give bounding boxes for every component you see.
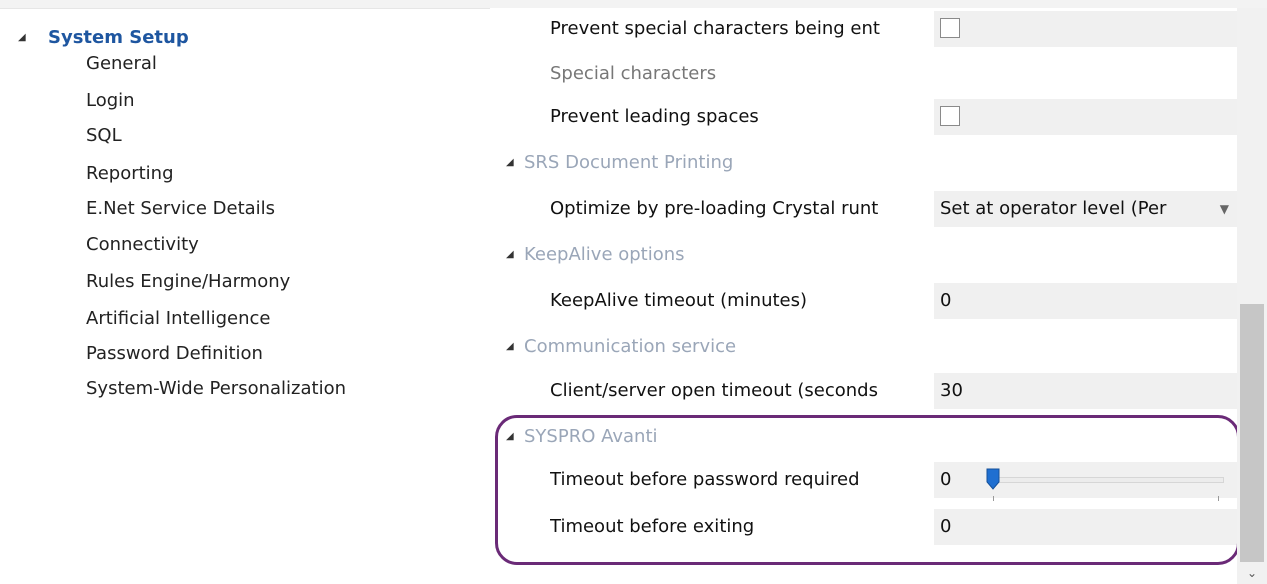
timeout-slider-track[interactable] — [996, 477, 1224, 483]
tree-item-rules-engine[interactable]: Rules Engine/Harmony — [86, 271, 290, 292]
vertical-scrollbar[interactable]: ⌄ — [1237, 8, 1267, 584]
property-row-optimize-crystal: Optimize by pre-loading Crystal runt Set… — [490, 188, 1237, 230]
property-row-client-server-timeout: Client/server open timeout (seconds 30 — [490, 370, 1237, 412]
tree-item-artificial-intelligence[interactable]: Artificial Intelligence — [86, 308, 271, 329]
category-keepalive-options[interactable]: ◢ KeepAlive options — [490, 235, 1237, 275]
property-label: Timeout before exiting — [550, 516, 755, 537]
property-row-special-characters: Special characters — [490, 53, 1237, 95]
optimize-dropdown[interactable]: Set at operator level (Per ▼ — [934, 191, 1237, 227]
client-server-timeout-field[interactable]: 30 — [934, 373, 1237, 409]
category-label: SYSPRO Avanti — [524, 426, 658, 447]
tree-item-password-definition[interactable]: Password Definition — [86, 343, 263, 364]
category-label: Communication service — [524, 336, 737, 357]
prevent-leading-checkbox[interactable] — [940, 106, 960, 126]
dropdown-value: Set at operator level (Per — [940, 198, 1167, 219]
property-value — [934, 99, 1237, 135]
tree-item-connectivity[interactable]: Connectivity — [86, 234, 199, 255]
property-label: Prevent special characters being ent — [550, 18, 880, 39]
property-row-keepalive-timeout: KeepAlive timeout (minutes) 0 — [490, 280, 1237, 322]
scrollbar-thumb[interactable] — [1240, 304, 1264, 562]
navigation-tree: ◢ System Setup General Login SQL Reporti… — [0, 8, 490, 584]
category-communication-service[interactable]: ◢ Communication service — [490, 327, 1237, 367]
expand-triangle-icon[interactable]: ◢ — [18, 32, 32, 43]
tree-item-system-wide-personalization[interactable]: System-Wide Personalization — [86, 378, 346, 399]
property-row-timeout-password: Timeout before password required 0 — [490, 459, 1237, 501]
category-label: SRS Document Printing — [524, 152, 734, 173]
field-value: 0 — [940, 469, 952, 490]
prevent-special-checkbox[interactable] — [940, 18, 960, 38]
field-value: 0 — [940, 290, 952, 311]
collapse-triangle-icon[interactable]: ◢ — [506, 235, 514, 275]
chevron-down-icon[interactable]: ▼ — [1220, 191, 1229, 227]
field-value: 0 — [940, 516, 952, 537]
property-row-prevent-special: Prevent special characters being ent — [490, 8, 1237, 50]
timeout-password-field[interactable]: 0 — [934, 462, 1237, 501]
collapse-triangle-icon[interactable]: ◢ — [506, 143, 514, 183]
tree-item-login[interactable]: Login — [86, 90, 135, 111]
tree-root-system-setup[interactable]: ◢ System Setup — [18, 27, 189, 48]
collapse-triangle-icon[interactable]: ◢ — [506, 327, 514, 367]
keepalive-timeout-field[interactable]: 0 — [934, 283, 1237, 319]
property-label: Prevent leading spaces — [550, 106, 759, 127]
property-label: KeepAlive timeout (minutes) — [550, 290, 808, 311]
property-row-prevent-leading: Prevent leading spaces — [490, 96, 1237, 138]
property-grid: Prevent special characters being ent Spe… — [490, 8, 1237, 584]
property-label: Optimize by pre-loading Crystal runt — [550, 198, 879, 219]
tree-item-sql[interactable]: SQL — [86, 125, 122, 146]
property-label: Timeout before password required — [550, 469, 860, 490]
slider-tick — [1218, 496, 1219, 501]
field-value: 30 — [940, 380, 963, 401]
property-label: Special characters — [550, 63, 717, 84]
collapse-triangle-icon[interactable]: ◢ — [506, 417, 514, 457]
property-label: Client/server open timeout (seconds — [550, 380, 878, 401]
tree-item-general[interactable]: General — [86, 53, 157, 74]
slider-thumb[interactable] — [986, 468, 1000, 490]
category-srs-document-printing[interactable]: ◢ SRS Document Printing — [490, 143, 1237, 183]
timeout-exit-field[interactable]: 0 — [934, 509, 1237, 545]
slider-tick — [993, 496, 994, 501]
chevron-down-icon[interactable]: ⌄ — [1237, 562, 1267, 584]
property-value — [934, 11, 1237, 47]
tree-item-enet-service-details[interactable]: E.Net Service Details — [86, 198, 275, 219]
category-label: KeepAlive options — [524, 244, 685, 265]
category-syspro-avanti[interactable]: ◢ SYSPRO Avanti — [490, 417, 1237, 457]
tree-item-reporting[interactable]: Reporting — [86, 163, 174, 184]
property-row-timeout-exit: Timeout before exiting 0 — [490, 506, 1237, 548]
tree-root-label: System Setup — [48, 27, 189, 48]
